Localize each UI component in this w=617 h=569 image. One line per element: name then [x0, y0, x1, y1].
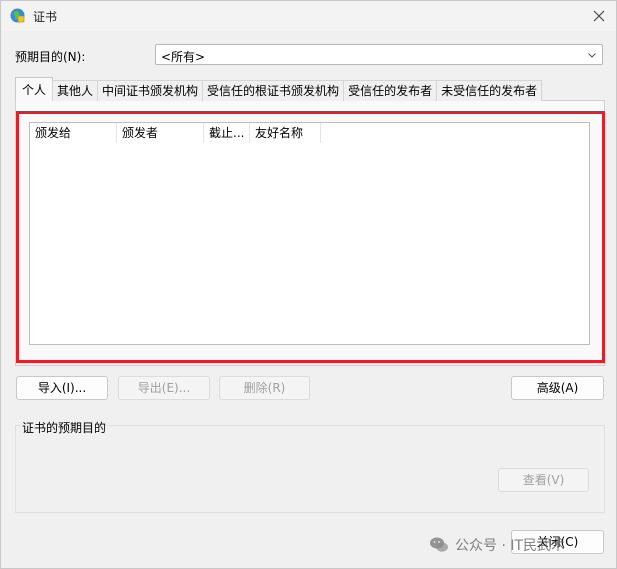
- view-button[interactable]: 查看(V): [498, 468, 589, 492]
- tab-intermediate-ca[interactable]: 中间证书颁发机构: [97, 80, 204, 101]
- tab-trusted-root-ca[interactable]: 受信任的根证书颁发机构: [202, 80, 345, 101]
- purpose-selected-value: <所有>: [161, 50, 206, 64]
- chevron-down-icon: [586, 49, 598, 61]
- title-bar[interactable]: 证书: [1, 1, 616, 31]
- certificate-app-icon: [9, 7, 26, 24]
- watermark-text: 公众号 · IT民武术: [455, 538, 566, 554]
- remove-button[interactable]: 删除(R): [219, 376, 310, 400]
- advanced-button[interactable]: 高级(A): [511, 376, 604, 400]
- certificate-store-tabs: 个人 其他人 中间证书颁发机构 受信任的根证书颁发机构 受信任的发布者 未受信任…: [15, 77, 543, 101]
- export-button[interactable]: 导出(E)...: [118, 376, 210, 400]
- certificate-list[interactable]: 颁发给 颁发者 截止... 友好名称: [29, 122, 590, 345]
- column-expiration[interactable]: 截止...: [204, 123, 250, 143]
- wechat-icon: [429, 536, 449, 554]
- tab-other-people[interactable]: 其他人: [52, 80, 99, 101]
- column-friendly-name[interactable]: 友好名称: [250, 123, 321, 143]
- column-issued-by[interactable]: 颁发者: [117, 123, 204, 143]
- watermark: 公众号 · IT民武术: [429, 535, 565, 555]
- import-button[interactable]: 导入(I)...: [16, 376, 108, 400]
- intended-purposes-title: 证书的预期目的: [21, 419, 108, 436]
- tab-untrusted-publishers[interactable]: 未受信任的发布者: [436, 80, 543, 101]
- tab-trusted-publishers[interactable]: 受信任的发布者: [343, 80, 438, 101]
- list-header: 颁发给 颁发者 截止... 友好名称: [30, 123, 321, 143]
- window-title: 证书: [33, 10, 58, 24]
- certificates-dialog: 证书 预期目的(N): <所有> 个人 其他人 中间证书颁发机构 受信任的根证书…: [0, 0, 617, 569]
- close-icon[interactable]: [588, 5, 610, 27]
- purpose-dropdown[interactable]: <所有>: [155, 44, 603, 65]
- column-issued-to[interactable]: 颁发给: [30, 123, 117, 143]
- tab-personal[interactable]: 个人: [15, 77, 54, 101]
- purpose-label: 预期目的(N):: [15, 50, 86, 64]
